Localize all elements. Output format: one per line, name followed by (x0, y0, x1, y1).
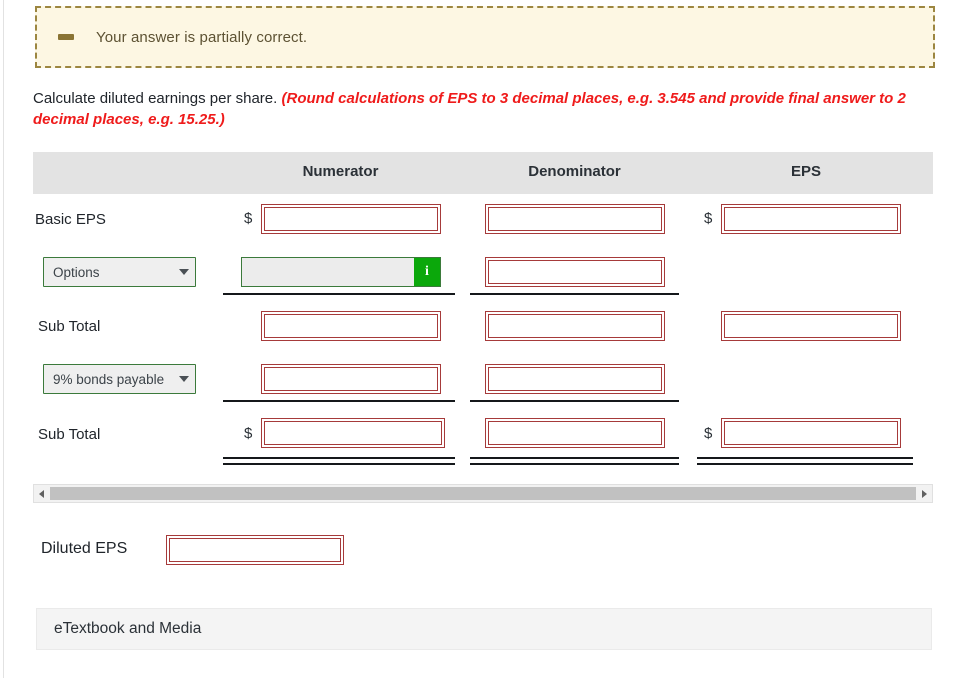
numerator-total-rule (223, 457, 455, 465)
eps-total-rule (697, 457, 913, 465)
numerator-dollar-sign-subtotal2: $ (244, 425, 253, 442)
denominator-subtotal-rule-1 (470, 293, 679, 295)
column-header-eps: EPS (790, 163, 821, 180)
etextbook-label: eTextbook and Media (54, 620, 202, 637)
partially-correct-alert: Your answer is partially correct. (35, 6, 935, 68)
chevron-down-icon (179, 269, 189, 275)
subtotal1-denominator-input[interactable] (485, 311, 665, 341)
numerator-subtotal-rule-1 (223, 293, 455, 295)
question-panel: Your answer is partially correct. Calcul… (0, 0, 965, 678)
bonds-payable-select-value: 9% bonds payable (53, 371, 165, 387)
column-header-denominator: Denominator (528, 163, 621, 180)
denominator-total-rule (470, 457, 679, 465)
subtotal1-numerator-input[interactable] (261, 311, 441, 341)
denominator-subtotal-rule-2 (470, 400, 679, 402)
basic-eps-numerator-input[interactable] (261, 204, 441, 234)
options-numerator-input[interactable] (242, 258, 414, 286)
bonds-numerator-input[interactable] (261, 364, 441, 394)
scrollbar-thumb[interactable] (50, 487, 916, 500)
bonds-denominator-input[interactable] (485, 364, 665, 394)
bonds-payable-select[interactable]: 9% bonds payable (43, 364, 196, 394)
row-label-sub-total-1: Sub Total (38, 318, 101, 335)
minus-dash-icon (58, 34, 74, 40)
subtotal2-numerator-input[interactable] (261, 418, 445, 448)
diluted-eps-label: Diluted EPS (41, 540, 128, 557)
numerator-subtotal-rule-2 (223, 400, 455, 402)
eps-dollar-sign-basic: $ (704, 210, 713, 227)
question-text: Calculate diluted earnings per share. (R… (33, 88, 923, 131)
row-label-sub-total-2: Sub Total (38, 426, 101, 443)
numerator-dollar-sign-basic: $ (244, 210, 253, 227)
alert-message: Your answer is partially correct. (96, 28, 308, 46)
options-numerator-input-group[interactable]: i (241, 257, 441, 287)
subtotal1-eps-input[interactable] (721, 311, 901, 341)
question-prompt: Calculate diluted earnings per share. (33, 90, 278, 107)
subtotal2-denominator-input[interactable] (485, 418, 665, 448)
scroll-left-arrow[interactable] (34, 485, 49, 502)
options-select[interactable]: Options (43, 257, 196, 287)
basic-eps-eps-input[interactable] (721, 204, 901, 234)
etextbook-and-media-bar[interactable]: eTextbook and Media (36, 608, 932, 650)
column-header-numerator: Numerator (302, 163, 379, 180)
options-denominator-input[interactable] (485, 257, 665, 287)
subtotal2-eps-input[interactable] (721, 418, 901, 448)
eps-dollar-sign-subtotal2: $ (704, 425, 713, 442)
basic-eps-denominator-input[interactable] (485, 204, 665, 234)
scroll-right-arrow[interactable] (917, 485, 932, 502)
info-icon-button[interactable]: i (414, 258, 440, 286)
horizontal-scrollbar[interactable] (33, 484, 933, 503)
options-select-value: Options (53, 264, 100, 280)
row-label-basic-eps: Basic EPS (35, 211, 106, 228)
diluted-eps-input[interactable] (166, 535, 344, 565)
chevron-down-icon (179, 376, 189, 382)
